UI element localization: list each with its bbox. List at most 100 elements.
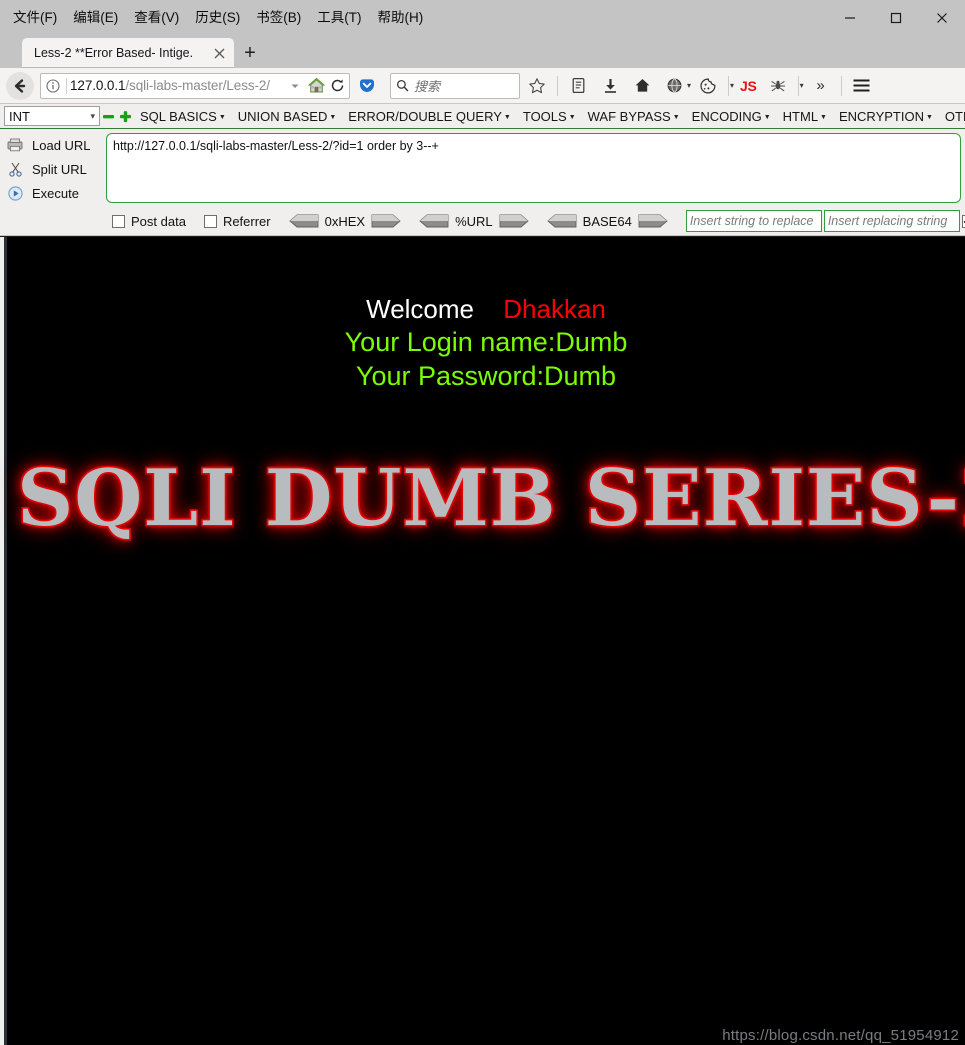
- tab-title: Less-2 **Error Based- Intige...: [34, 46, 194, 60]
- menu-label: ENCODING: [691, 108, 762, 124]
- pocket-icon[interactable]: [352, 71, 382, 101]
- window-controls: [827, 0, 965, 36]
- spider-icon[interactable]: [763, 71, 793, 101]
- hackbar-menu-waf-bypass[interactable]: WAF BYPASS ▼: [582, 105, 686, 127]
- page-content: Welcome Dhakkan Your Login name:Dumb You…: [7, 237, 965, 1045]
- globe-dropdown-icon[interactable]: ▾: [687, 81, 691, 90]
- menu-help[interactable]: 帮助(H): [371, 8, 431, 28]
- split-url-button[interactable]: Split URL: [6, 157, 106, 181]
- reload-icon[interactable]: [328, 76, 346, 96]
- referrer-checkbox-wrap[interactable]: Referrer: [203, 213, 271, 229]
- post-data-checkbox[interactable]: [112, 214, 125, 228]
- cookie-icon[interactable]: [693, 71, 723, 101]
- hackbar-menu-error-double-query[interactable]: ERROR/DOUBLE QUERY ▼: [342, 105, 517, 127]
- hackbar-panel: INT ▾ SQL BASICS ▼ UNION BASED ▼ ERROR/DOU…: [0, 104, 965, 236]
- maximize-icon[interactable]: [873, 0, 919, 36]
- hackbar-menu-encoding[interactable]: ENCODING ▼: [686, 105, 777, 127]
- watermark-text: https://blog.csdn.net/qq_51954912: [722, 1027, 959, 1044]
- menu-edit[interactable]: 编辑(E): [66, 8, 125, 28]
- menu-tools[interactable]: 工具(T): [310, 8, 368, 28]
- toolbar-divider: [557, 75, 558, 96]
- menu-file[interactable]: 文件(F): [6, 8, 64, 28]
- url-host: 127.0.0.1: [70, 78, 126, 93]
- hamburger-menu-icon[interactable]: [847, 71, 877, 101]
- load-url-button[interactable]: Load URL: [6, 133, 106, 157]
- sqli-dumb-series-banner: SQLI DUMB SERIES-2: [16, 449, 965, 549]
- hackbar-menu-other[interactable]: OTHER▼: [939, 105, 965, 127]
- toolbar-divider-2: [728, 75, 730, 96]
- hackbar-type-value: INT: [9, 108, 30, 124]
- url-encode-button[interactable]: [499, 214, 529, 228]
- hackbar-menu-row: INT ▾ SQL BASICS ▼ UNION BASED ▼ ERROR/DOU…: [0, 104, 965, 128]
- hex-decode-button[interactable]: [288, 214, 319, 228]
- post-data-label: Post data: [131, 213, 186, 229]
- search-input-placeholder: 搜索: [414, 79, 441, 94]
- base64-converter-group: BASE64: [546, 213, 668, 229]
- replace-to-input[interactable]: Insert replacing string: [823, 210, 960, 232]
- replace-from-input[interactable]: Insert string to replace: [685, 210, 822, 232]
- caret-icon: ▼: [820, 113, 827, 121]
- caret-icon: ▼: [568, 113, 576, 121]
- chevron-down-icon[interactable]: [286, 76, 304, 96]
- tab-close-icon[interactable]: [210, 44, 228, 62]
- home-button-icon[interactable]: [627, 71, 657, 101]
- url-converter-group: %URL: [419, 214, 529, 229]
- search-bar[interactable]: 搜索: [390, 72, 520, 99]
- menu-label: HTML: [782, 108, 819, 124]
- menu-view[interactable]: 查看(V): [127, 8, 186, 28]
- hackbar-menu-html[interactable]: HTML ▼: [777, 105, 833, 127]
- home-icon[interactable]: [307, 76, 325, 96]
- info-icon[interactable]: [43, 76, 63, 96]
- globe-icon[interactable]: [659, 71, 689, 101]
- cookie-dropdown-icon[interactable]: ▾: [730, 81, 734, 90]
- menu-bookmarks[interactable]: 书签(B): [249, 8, 308, 28]
- hackbar-menu-encryption[interactable]: ENCRYPTION ▼: [833, 105, 939, 127]
- back-button-icon[interactable]: [6, 71, 34, 100]
- downloads-icon[interactable]: [595, 71, 625, 101]
- base64-decode-button[interactable]: [546, 214, 577, 228]
- hackbar-menu-union-based[interactable]: UNION BASED ▼: [232, 105, 343, 127]
- load-url-icon: [6, 138, 24, 152]
- referrer-checkbox[interactable]: [203, 214, 217, 228]
- hackbar-menu-tools[interactable]: TOOLS ▼: [517, 105, 582, 127]
- new-tab-button[interactable]: +: [234, 38, 266, 68]
- address-bar[interactable]: 127.0.0.1/sqli-labs-master/Less-2/: [40, 72, 350, 99]
- menu-history[interactable]: 历史(S): [188, 8, 247, 28]
- bookmark-star-icon[interactable]: [522, 71, 552, 101]
- browser-tab[interactable]: Less-2 **Error Based- Intige...: [22, 38, 234, 68]
- caret-icon: ▼: [672, 113, 680, 121]
- execute-label: Execute: [32, 185, 79, 201]
- banner-text: SQLI DUMB SERIES-2: [16, 449, 965, 549]
- referrer-label: Referrer: [222, 213, 271, 229]
- spider-dropdown-icon[interactable]: ▾: [800, 81, 804, 90]
- hackbar-remove-icon[interactable]: [100, 106, 117, 126]
- menu-label: OTHER: [944, 108, 965, 124]
- overflow-chevrons-icon[interactable]: »: [806, 71, 836, 101]
- hackbar-url-textarea[interactable]: http://127.0.0.1/sqli-labs-master/Less-2…: [106, 133, 961, 203]
- toolbar-divider-4: [840, 75, 842, 96]
- url-decode-button[interactable]: [419, 214, 449, 228]
- caret-icon: ▼: [329, 113, 337, 121]
- menu-label: ERROR/DOUBLE QUERY: [348, 108, 502, 124]
- overflow-label: »: [816, 77, 825, 94]
- hex-converter-group: 0xHEX: [288, 213, 401, 229]
- hex-encode-button[interactable]: [371, 214, 401, 228]
- library-icon[interactable]: [563, 71, 593, 101]
- base64-label: BASE64: [582, 213, 632, 229]
- execute-button[interactable]: Execute: [6, 181, 106, 205]
- post-data-checkbox-wrap[interactable]: Post data: [112, 214, 186, 229]
- close-icon[interactable]: [919, 0, 965, 36]
- menu-bar: 文件(F) 编辑(E) 查看(V) 历史(S) 书签(B) 工具(T) 帮助(H…: [0, 0, 430, 36]
- base64-encode-button[interactable]: [638, 214, 668, 228]
- hackbar-type-select[interactable]: INT ▾: [4, 106, 100, 126]
- javascript-toggle-badge[interactable]: JS: [736, 78, 761, 94]
- search-icon: [396, 79, 409, 92]
- hex-label: 0xHEX: [324, 213, 366, 229]
- split-url-label: Split URL: [32, 161, 87, 177]
- browser-window: 文件(F) 编辑(E) 查看(V) 历史(S) 书签(B) 工具(T) 帮助(H…: [0, 0, 965, 1045]
- chevron-down-icon: ▾: [90, 110, 95, 121]
- title-bar: 文件(F) 编辑(E) 查看(V) 历史(S) 书签(B) 工具(T) 帮助(H…: [0, 0, 965, 36]
- hackbar-add-icon[interactable]: [117, 106, 134, 126]
- hackbar-menu-sql-basics[interactable]: SQL BASICS ▼: [134, 105, 232, 127]
- minimize-icon[interactable]: [827, 0, 873, 36]
